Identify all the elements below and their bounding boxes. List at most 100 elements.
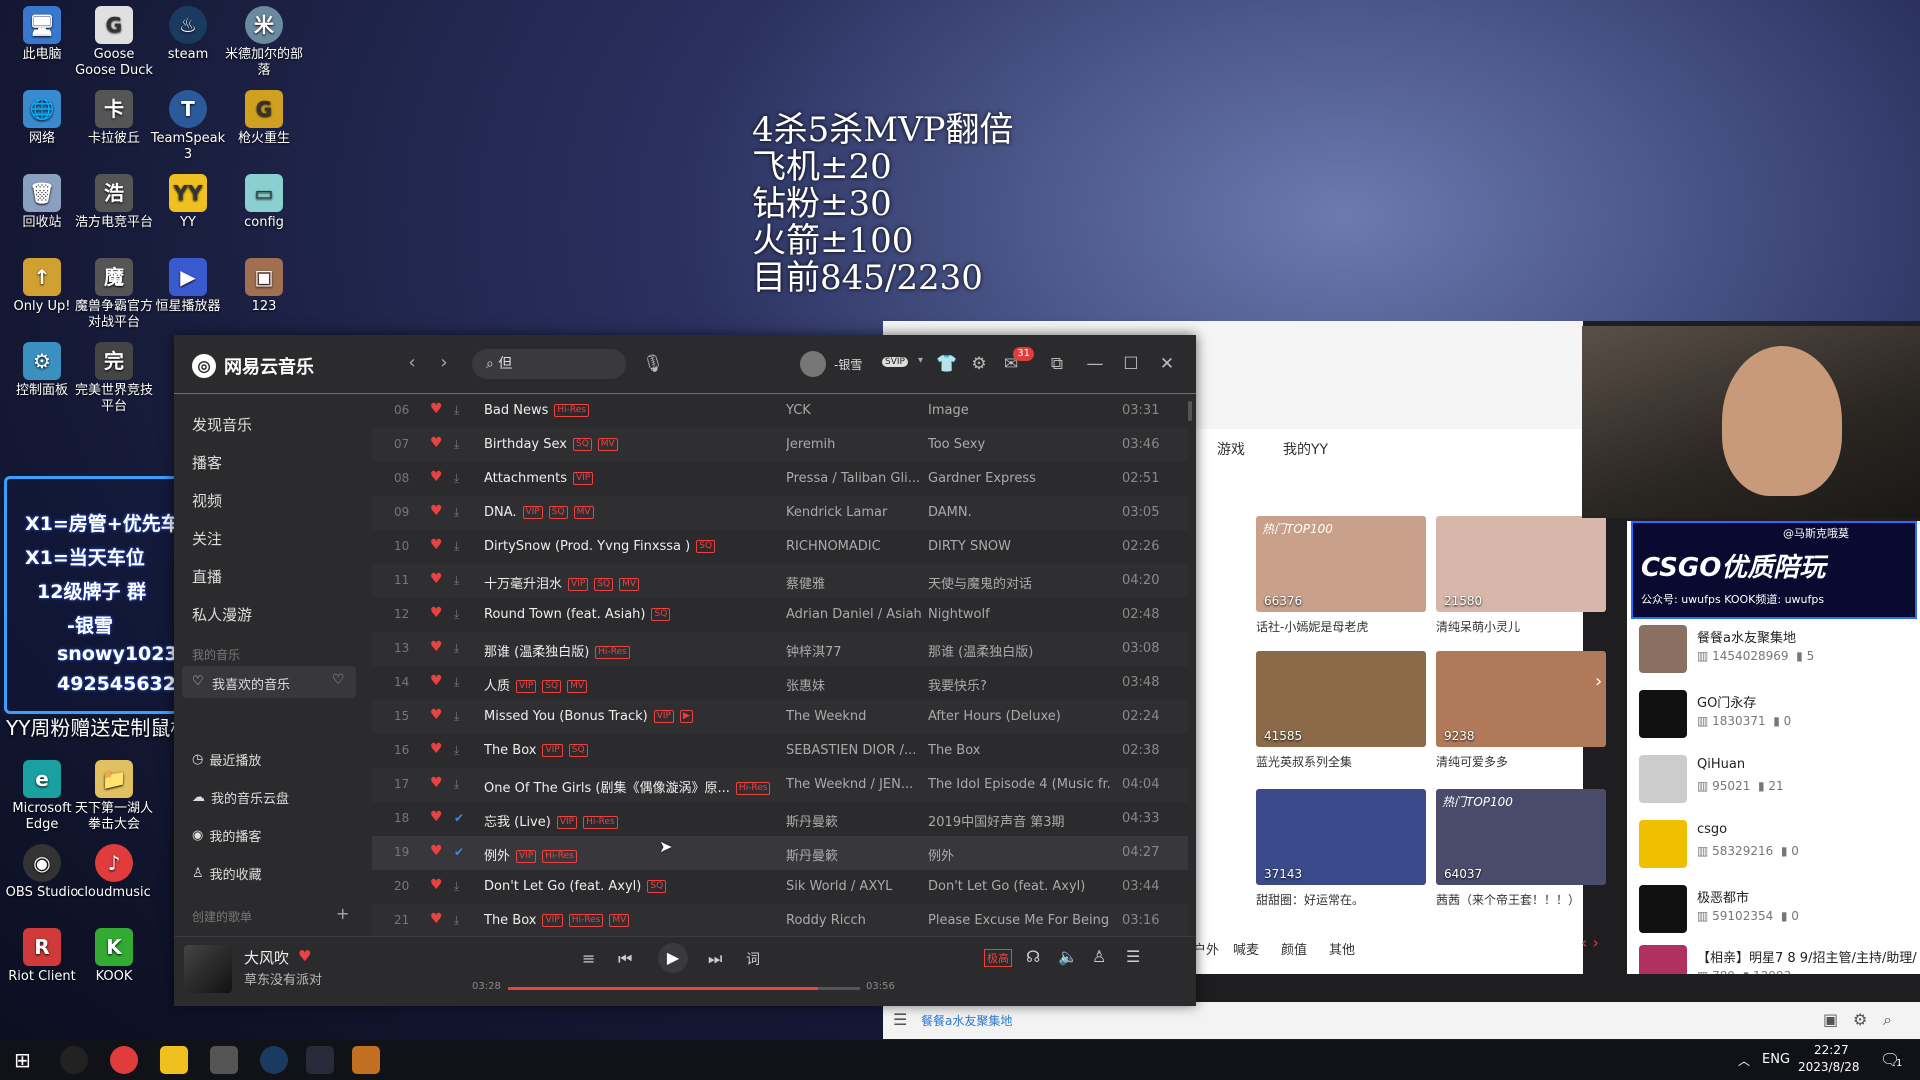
search-input[interactable]: ⌕ 但 <box>472 349 626 379</box>
previous-icon[interactable]: ⏮ <box>618 949 632 969</box>
heartbeat-mode-icon[interactable]: ♡ <box>332 672 345 688</box>
track-artist[interactable]: RICHNOMADIC <box>786 539 928 554</box>
desktop-icon-midgard[interactable]: 米米德加尔的部落 <box>222 6 306 79</box>
volume-icon[interactable]: 🔈 <box>1058 947 1078 966</box>
search-icon[interactable]: ⌕ <box>1883 1010 1892 1030</box>
download-icon[interactable]: ⤓ <box>454 709 470 724</box>
now-playing-title[interactable]: 大风吹 <box>244 947 289 968</box>
taskbar-app-icon[interactable] <box>210 1046 238 1074</box>
track-album[interactable]: 那谁 (温柔独白版) <box>928 641 1110 660</box>
track-album[interactable]: After Hours (Deluxe) <box>928 709 1110 724</box>
gear-icon[interactable]: ⚙ <box>966 351 992 377</box>
sidebar-item-fm[interactable]: 私人漫游 <box>192 604 252 625</box>
track-album[interactable]: Nightwolf <box>928 607 1110 622</box>
footer-link[interactable]: 餐餐a水友聚集地 <box>921 1012 1012 1029</box>
skin-icon[interactable]: 👕 <box>934 351 960 377</box>
now-playing-artist[interactable]: 草东没有派对 <box>244 969 322 988</box>
sidebar-item-cloud[interactable]: ☁ 我的音乐云盘 <box>192 788 289 807</box>
track-album[interactable]: Don't Let Go (feat. Axyl) <box>928 879 1110 894</box>
download-icon[interactable]: ⤓ <box>454 471 470 486</box>
sidebar-item-follow[interactable]: 关注 <box>192 528 222 549</box>
channel-item[interactable]: 极恶都市 ▥ 59102354 ▮ 0 <box>1639 881 1919 937</box>
desktop-icon-cloudmusic[interactable]: ♪ cloudmusic <box>72 844 156 901</box>
sidebar-item-discover[interactable]: 发现音乐 <box>192 414 252 435</box>
channel-item[interactable]: 餐餐a水友聚集地 ▥ 1454028969 ▮ 5 <box>1639 621 1919 677</box>
promo-banner[interactable]: CSGO优质陪玩 公众号: uwufps KOOK频道: uwufps @马斯克… <box>1631 521 1917 619</box>
live-card[interactable]: 21580 清纯呆萌小灵儿 <box>1436 516 1606 635</box>
desktop-icon-goose-goose-duck[interactable]: G Goose Goose Duck <box>72 6 156 79</box>
track-artist[interactable]: Kendrick Lamar <box>786 505 928 520</box>
sidebar-item-collection[interactable]: ♙ 我的收藏 <box>192 864 262 883</box>
pager-arrows-icon[interactable]: ‹ › <box>1581 933 1599 952</box>
desktop-icon-player[interactable]: ▶ 恒星播放器 <box>146 258 230 315</box>
track-artist[interactable]: 钟梓淇77 <box>786 641 928 660</box>
queue-icon[interactable]: ☰ <box>1126 947 1140 966</box>
sidebar-item-podcast[interactable]: 播客 <box>192 452 222 473</box>
sidebar-item-live[interactable]: 直播 <box>192 566 222 587</box>
track-artist[interactable]: 蔡健雅 <box>786 573 928 592</box>
playlist-mode-icon[interactable]: ≡ <box>582 949 595 968</box>
track-artist[interactable]: Pressa / Taliban Gli... <box>786 471 928 486</box>
taskbar-cloudmusic-icon[interactable] <box>110 1046 138 1074</box>
liked-heart-icon[interactable]: ♥ <box>430 911 446 927</box>
download-icon[interactable]: ⤓ <box>454 743 470 758</box>
category-tab[interactable]: 其他 <box>1329 939 1355 958</box>
play-button[interactable]: ▶ <box>658 943 688 973</box>
back-icon[interactable]: ‹ <box>400 351 424 375</box>
category-tab[interactable]: 喊麦 <box>1233 939 1259 958</box>
track-row[interactable]: 10 ♥ ⤓ DirtySnow (Prod. Yvng Finxssa ) SQ RIC… <box>372 530 1188 564</box>
liked-heart-icon[interactable]: ♥ <box>430 673 446 689</box>
live-card[interactable]: 37143 甜甜圈：好运常在。 <box>1256 789 1426 908</box>
lyrics-button[interactable]: 词 <box>746 949 760 969</box>
mail-icon[interactable]: ✉ 31 <box>998 347 1034 377</box>
track-album[interactable]: Please Excuse Me For Being... <box>928 913 1110 928</box>
download-icon[interactable]: ⤓ <box>454 675 470 690</box>
desktop-icon-steam[interactable]: ♨ steam <box>146 6 230 63</box>
sidebar-item-video[interactable]: 视频 <box>192 490 222 511</box>
channel-item[interactable]: csgo ▥ 58329216 ▮ 0 <box>1639 816 1919 872</box>
download-icon[interactable]: ⤓ <box>454 913 470 928</box>
download-icon[interactable]: ⤓ <box>454 641 470 656</box>
track-row[interactable]: 20 ♥ ⤓ Don't Let Go (feat. Axyl) SQ Sik World… <box>372 870 1188 904</box>
download-icon[interactable]: ⤓ <box>454 505 470 520</box>
maximize-icon[interactable]: ☐ <box>1118 351 1144 377</box>
listen-together-icon[interactable]: ♙ <box>1092 947 1106 966</box>
track-album[interactable]: Gardner Express <box>928 471 1110 486</box>
taskbar-app-icon[interactable] <box>60 1046 88 1074</box>
category-tab[interactable]: 户外 <box>1193 939 1219 958</box>
carousel-next-icon[interactable]: › <box>1595 671 1602 692</box>
track-row[interactable]: 09 ♥ ⤓ DNA. VIP SQ MV Kendrick Lamar DAMN. 03:05 <box>372 496 1188 530</box>
liked-heart-icon[interactable]: ♥ <box>430 741 446 757</box>
liked-heart-icon[interactable]: ♥ <box>430 537 446 553</box>
desktop-icon-yy[interactable]: YY YY <box>146 174 230 231</box>
track-row[interactable]: 19 ♥ ✔ 例外 VIP Hi-Res 斯丹曼簌 例外 04:27 <box>372 836 1188 870</box>
taskbar-yy-icon[interactable] <box>160 1046 188 1074</box>
liked-heart-icon[interactable]: ♥ <box>430 503 446 519</box>
live-card[interactable]: 热门TOP100 66376 话社-小嫣妮是母老虎 <box>1256 516 1426 635</box>
forward-icon[interactable]: › <box>432 351 456 375</box>
liked-heart-icon[interactable]: ♥ <box>430 707 446 723</box>
track-row[interactable]: 21 ♥ ⤓ The Box VIP Hi-Res MV Roddy Ricch Please … <box>372 904 1188 936</box>
liked-heart-icon[interactable]: ♥ <box>430 877 446 893</box>
chevron-down-icon[interactable]: ▾ <box>918 355 923 366</box>
live-card[interactable]: 热门TOP100 64037 茜茜（来个帝王套！！！） <box>1436 789 1606 908</box>
download-icon[interactable]: ⤓ <box>454 607 470 622</box>
liked-heart-icon[interactable]: ♥ <box>298 947 311 965</box>
track-album[interactable]: 天使与魔鬼的对话 <box>928 573 1110 592</box>
track-album[interactable]: 例外 <box>928 845 1110 864</box>
track-album[interactable]: DIRTY SNOW <box>928 539 1110 554</box>
menu-icon[interactable]: ☰ <box>893 1010 907 1029</box>
track-album[interactable]: Too Sexy <box>928 437 1110 452</box>
liked-heart-icon[interactable]: ♥ <box>430 775 446 791</box>
desktop-icon-123[interactable]: ▣ 123 <box>222 258 306 315</box>
taskbar-csgo-icon[interactable] <box>352 1046 380 1074</box>
track-artist[interactable]: 斯丹曼簌 <box>786 845 928 864</box>
liked-heart-icon[interactable]: ♥ <box>430 605 446 621</box>
track-row[interactable]: 17 ♥ ⤓ One Of The Girls (剧集《偶像漩涡》原... Hi-Res… <box>372 768 1188 802</box>
live-card[interactable]: 9238 清纯可爱多多 <box>1436 651 1606 770</box>
sidebar-item-recent[interactable]: ◷ 最近播放 <box>192 750 261 769</box>
liked-heart-icon[interactable]: ♥ <box>430 469 446 485</box>
channel-item[interactable]: QiHuan ▥ 95021 ▮ 21 <box>1639 751 1919 807</box>
clock-date[interactable]: 2023/8/28 <box>1798 1060 1860 1074</box>
liked-heart-icon[interactable]: ♥ <box>430 639 446 655</box>
